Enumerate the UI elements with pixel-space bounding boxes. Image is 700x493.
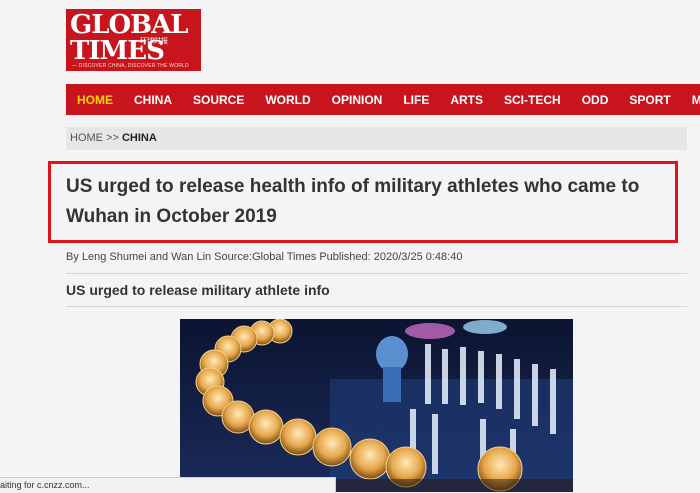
nav-sport[interactable]: SPORT [629,93,670,107]
article-subheading: US urged to release military athlete inf… [66,282,330,298]
nav-source[interactable]: SOURCE [193,93,244,107]
divider [66,273,687,274]
global-times-logo[interactable]: GLOBAL TIMES 环球时报 — DISCOVER CHINA, DISC… [66,9,201,71]
nav-life[interactable]: LIFE [403,93,429,107]
logo-chinese: 环球时报 [140,38,168,45]
article-photo [180,319,573,492]
logo-tagline: — DISCOVER CHINA, DISCOVER THE WORLD [72,63,189,69]
breadcrumb: HOME >> CHINA [66,127,687,150]
nav-odd[interactable]: ODD [582,93,609,107]
nav-home[interactable]: HOME [77,93,113,107]
nav-opinion[interactable]: OPINION [332,93,383,107]
breadcrumb-section[interactable]: CHINA [122,132,157,144]
nav-arts[interactable]: ARTS [450,93,483,107]
nav-china[interactable]: CHINA [134,93,172,107]
logo-line1: GLOBAL [70,10,189,40]
photo-illustration [180,319,573,492]
breadcrumb-home[interactable]: HOME >> [70,132,119,144]
nav-world[interactable]: WORLD [265,93,310,107]
browser-status-bar: aiting for c.cnzz.com... [0,477,336,493]
divider [66,306,687,307]
main-nav: HOME CHINA SOURCE WORLD OPINION LIFE ART… [66,84,700,115]
nav-metro[interactable]: METRO [692,93,700,107]
article-title: US urged to release health info of milit… [66,176,640,227]
nav-sci-tech[interactable]: SCI-TECH [504,93,561,107]
article-byline: By Leng Shumei and Wan Lin Source:Global… [66,251,463,263]
